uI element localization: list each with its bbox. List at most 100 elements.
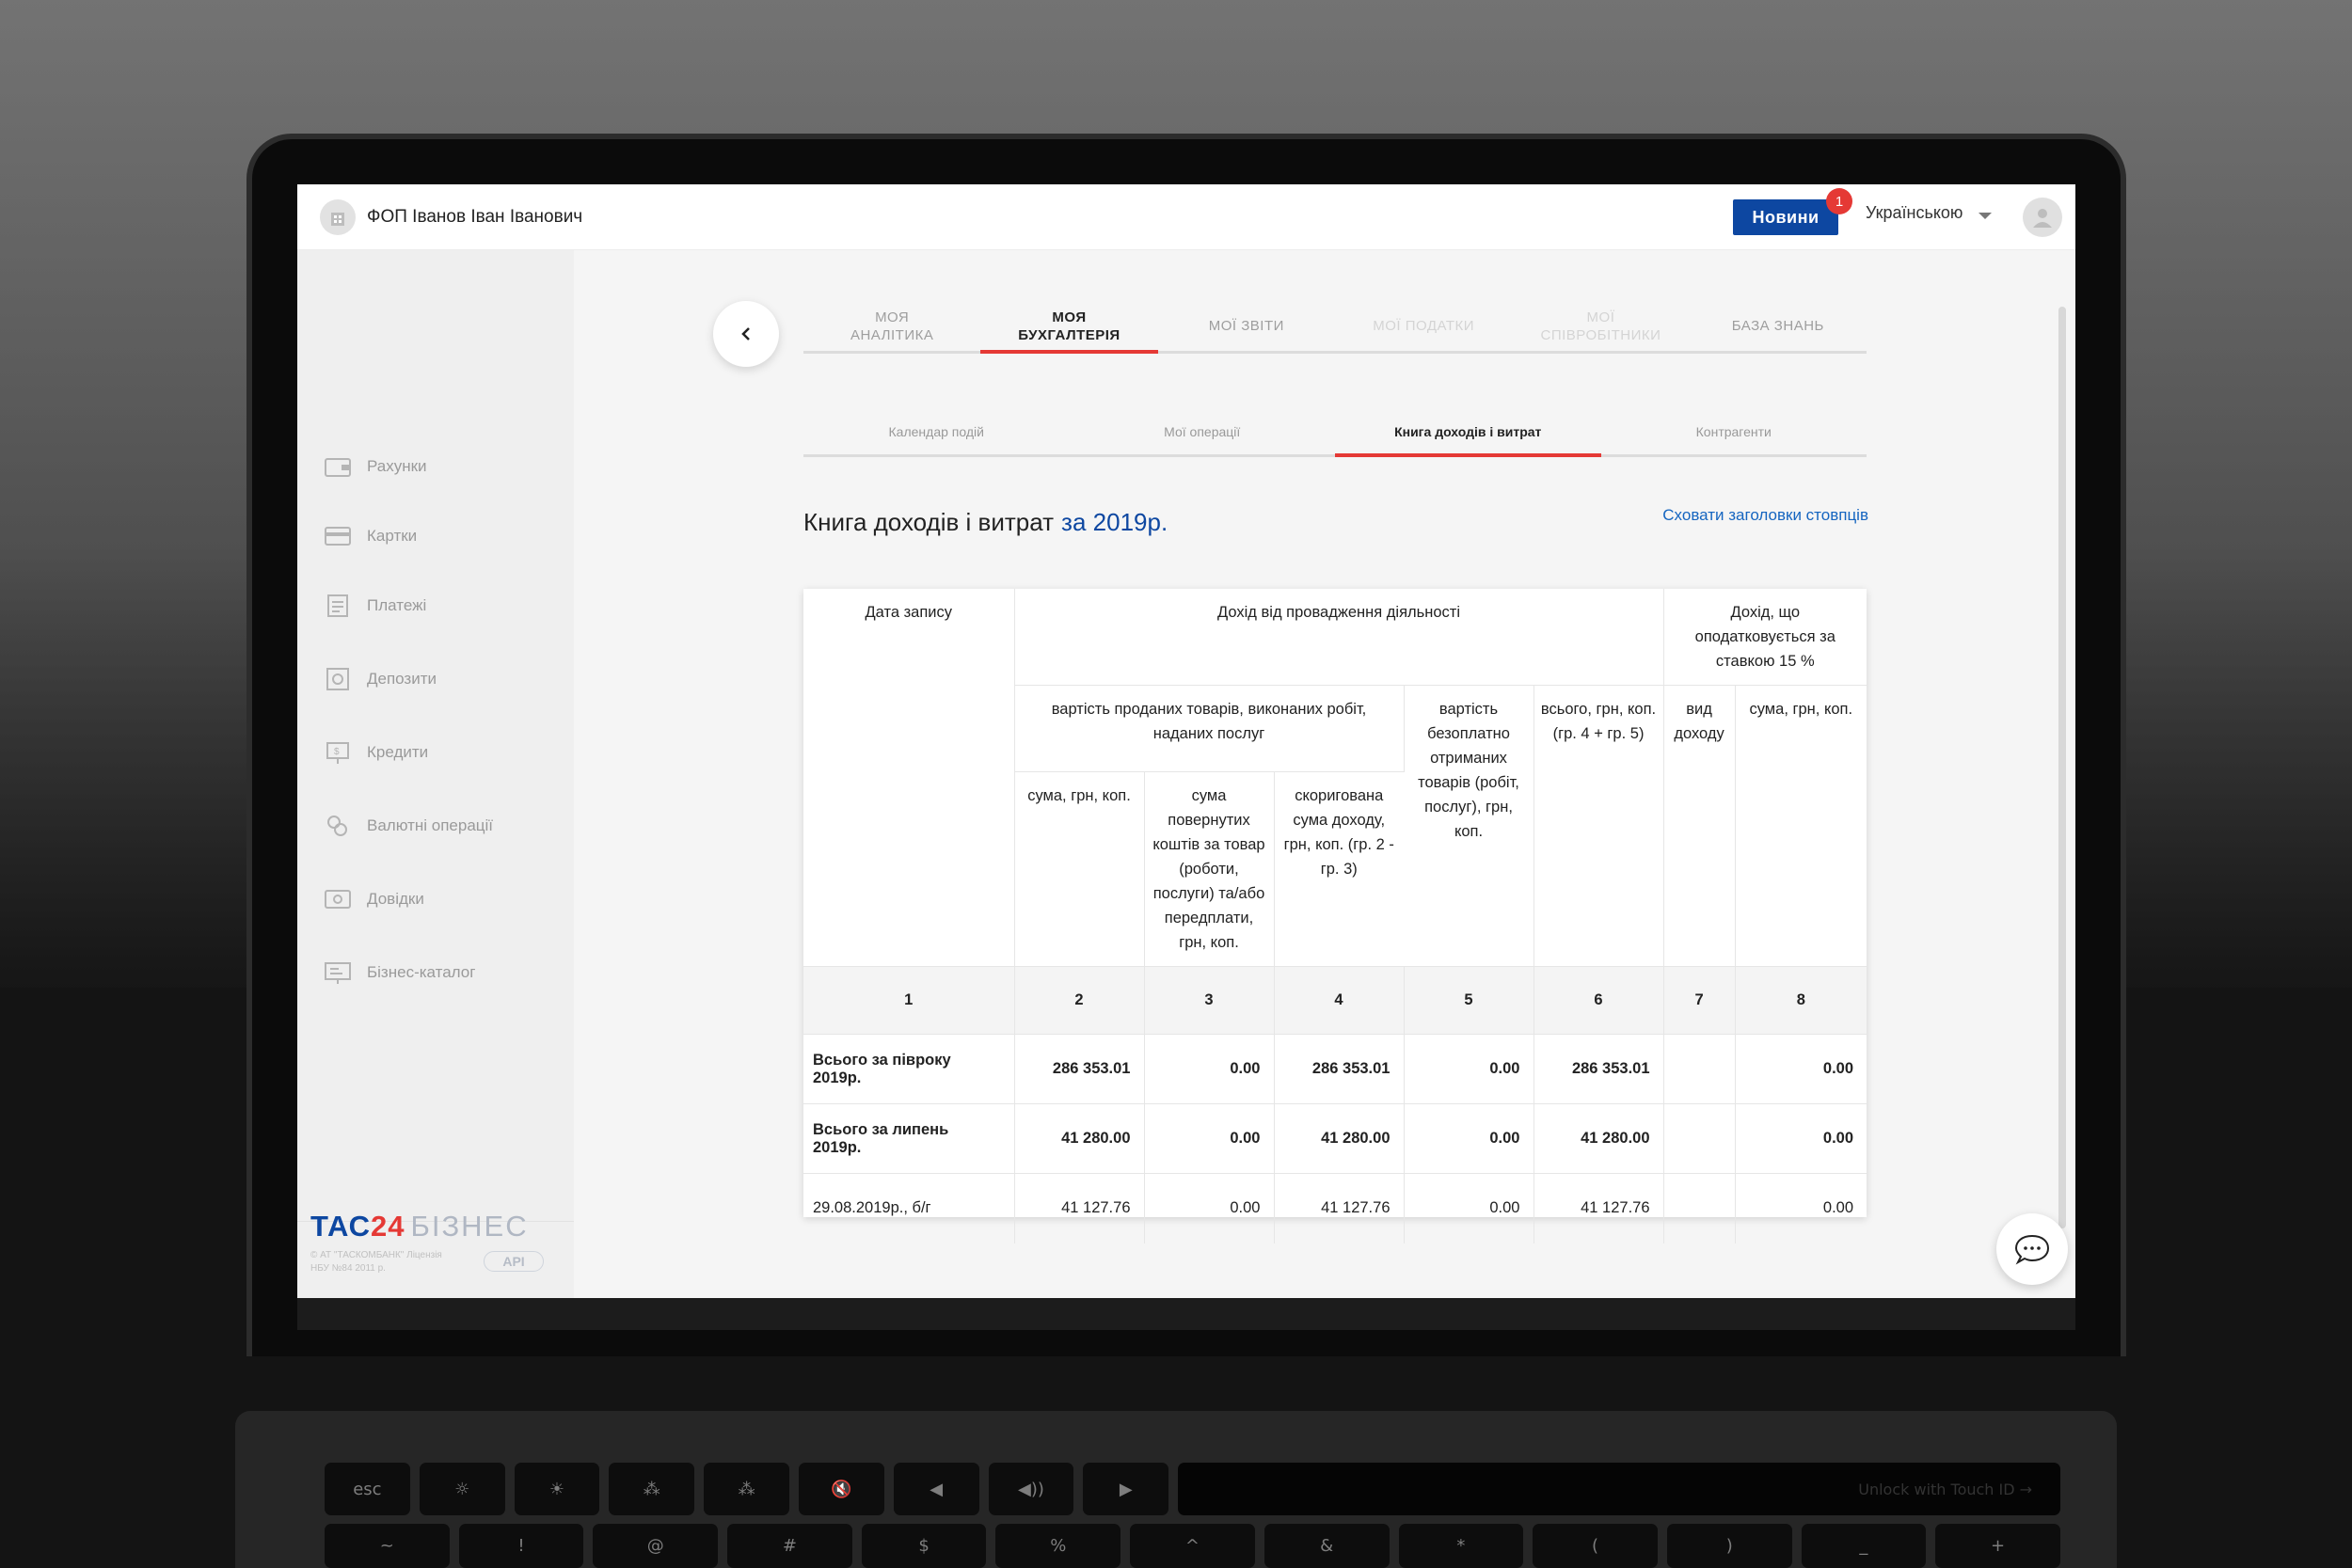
sidebar-item-certificates[interactable]: Довідки (324, 882, 424, 916)
play-key[interactable]: ▶ (1083, 1463, 1169, 1515)
column-number: 2 (1014, 966, 1145, 1035)
touch-id-hint: Unlock with Touch ID → (1178, 1463, 2061, 1515)
table-row[interactable]: Всього за липень 2019р. 41 280.00 0.00 4… (803, 1103, 1867, 1174)
column-number: 4 (1274, 966, 1405, 1035)
cell-value: 41 127.76 (1274, 1173, 1405, 1243)
keyboard-key[interactable]: + (1935, 1524, 2060, 1568)
company-avatar-icon[interactable] (320, 198, 356, 235)
payments-icon (324, 593, 352, 619)
year-selector[interactable]: за 2019р. (1061, 508, 1168, 536)
cell-value: 0.00 (1144, 1034, 1275, 1104)
language-selector[interactable]: Українською (1866, 203, 1963, 223)
table-row[interactable]: Всього за півроку 2019р. 286 353.01 0.00… (803, 1034, 1867, 1104)
keyboard-key[interactable]: ~ (325, 1524, 450, 1568)
column-number: 1 (803, 966, 1015, 1035)
cell-value: 286 353.01 (1534, 1034, 1664, 1104)
header-returned: сума повернутих коштів за товар (роботи,… (1144, 771, 1275, 967)
brightness-up-key[interactable]: ☀ (514, 1463, 600, 1515)
user-avatar-icon[interactable] (2023, 198, 2062, 237)
cell-date: Всього за липень 2019р. (803, 1103, 1015, 1174)
cell-value: 41 280.00 (1534, 1103, 1664, 1174)
cell-value: 41 127.76 (1534, 1173, 1664, 1243)
sidebar-item-payments[interactable]: Платежі (324, 589, 426, 623)
volume-down-key[interactable]: ◀ (893, 1463, 979, 1515)
keyboard-key[interactable]: ) (1666, 1524, 1792, 1568)
tab-label: МОЇ СПІВРОБІТНИКИ (1540, 309, 1661, 343)
company-name[interactable]: ФОП Іванов Іван Іванович (367, 207, 582, 228)
keyboard-key[interactable]: * (1398, 1524, 1524, 1568)
subtab-operations[interactable]: Мої операції (1070, 408, 1336, 454)
api-badge[interactable]: API (484, 1251, 544, 1272)
svg-text:$: $ (334, 747, 340, 757)
number-key-row: ~ ! @ # $ % ^ & * ( ) _ + (325, 1524, 2060, 1568)
cell-value: 0.00 (1404, 1103, 1534, 1174)
tab-analytics[interactable]: МОЯ АНАЛІТИКА (803, 301, 980, 351)
keyboard-key[interactable]: & (1263, 1524, 1390, 1568)
header-total: всього, грн, коп. (гр. 4 + гр. 5) (1534, 685, 1664, 967)
cell-value (1663, 1034, 1736, 1104)
keyboard-key[interactable]: $ (861, 1524, 987, 1568)
screen-bezel-bottom (297, 1298, 2075, 1330)
cell-value (1663, 1103, 1736, 1174)
tab-label: МОЇ ПОДАТКИ (1373, 318, 1475, 334)
keyboard-key[interactable]: % (995, 1524, 1121, 1568)
sidebar-item-catalog[interactable]: Бізнес-каталог (324, 956, 475, 990)
sub-tabs: Календар подій Мої операції Книга доході… (803, 408, 1867, 457)
column-number: 8 (1735, 966, 1867, 1035)
page-scrollbar[interactable] (2058, 307, 2066, 1228)
keyboard-key[interactable]: _ (1801, 1524, 1927, 1568)
main-tabs: МОЯ АНАЛІТИКА МОЯ БУХГАЛТЕРІЯ МОЇ ЗВІТИ … (803, 301, 1867, 354)
mute-key[interactable]: 🔇 (798, 1463, 884, 1515)
brand-logo[interactable]: ТАС24 БІЗНЕС (310, 1210, 529, 1243)
sidebar-item-currency[interactable]: Валютні операції (324, 809, 493, 843)
keyboard-key[interactable]: ^ (1130, 1524, 1255, 1568)
table-row[interactable]: 29.08.2019р., б/г 41 127.76 0.00 41 127.… (803, 1173, 1867, 1243)
tab-label: МОЯ АНАЛІТИКА (850, 309, 934, 343)
chevron-down-icon[interactable] (1979, 213, 1992, 219)
sidebar-item-credits[interactable]: $ Кредити (324, 736, 428, 769)
cell-value: 286 353.01 (1014, 1034, 1145, 1104)
keyboard-light-up-key[interactable]: ⁂ (704, 1463, 789, 1515)
tab-reports[interactable]: МОЇ ЗВІТИ (1158, 301, 1335, 351)
header-income: Дохід від провадження діяльності (1014, 589, 1664, 686)
brightness-down-key[interactable]: ☼ (419, 1463, 505, 1515)
cell-date: Всього за півроку 2019р. (803, 1034, 1015, 1104)
hide-column-headers-link[interactable]: Сховати заголовки стовпців (1643, 506, 1868, 525)
subtab-calendar[interactable]: Календар подій (803, 408, 1070, 454)
tab-knowledge-base[interactable]: БАЗА ЗНАНЬ (1690, 301, 1867, 351)
touch-bar-row: esc ☼ ☀ ⁂ ⁂ 🔇 ◀ ◀)) ▶ Unlock with Touch … (325, 1463, 2061, 1515)
certificate-icon (324, 886, 352, 912)
card-icon (324, 523, 352, 549)
keyboard-light-down-key[interactable]: ⁂ (609, 1463, 695, 1515)
chat-button[interactable] (1996, 1213, 2068, 1285)
column-number: 5 (1404, 966, 1534, 1035)
income-book-table: Дата запису Дохід від провадження діяльн… (803, 589, 1867, 1243)
header-adjusted: скоригована сума доходу, грн, коп. (гр. … (1274, 771, 1404, 967)
tab-accounting[interactable]: МОЯ БУХГАЛТЕРІЯ (980, 301, 1158, 354)
sidebar-item-accounts[interactable]: Рахунки (324, 450, 427, 483)
keyboard-key[interactable]: @ (593, 1524, 719, 1568)
keyboard-key[interactable]: ( (1533, 1524, 1658, 1568)
back-button[interactable] (713, 301, 779, 367)
keyboard-key[interactable]: # (727, 1524, 852, 1568)
keyboard-key[interactable]: ! (458, 1524, 584, 1568)
cell-value: 41 280.00 (1274, 1103, 1405, 1174)
sidebar-item-deposits[interactable]: Депозити (324, 662, 437, 696)
header-sum: сума, грн, коп. (1014, 771, 1145, 967)
cell-value: 0.00 (1144, 1103, 1275, 1174)
sidebar-item-label: Рахунки (367, 457, 427, 475)
sidebar-item-cards[interactable]: Картки (324, 519, 417, 553)
cell-value: 0.00 (1822, 1199, 1854, 1217)
tab-label: БАЗА ЗНАНЬ (1731, 318, 1824, 334)
subtab-counterparties[interactable]: Контрагенти (1601, 408, 1867, 454)
esc-key[interactable]: esc (325, 1463, 410, 1515)
sidebar-item-label: Бізнес-каталог (367, 963, 476, 981)
sidebar-item-label: Кредити (367, 743, 429, 761)
subtab-income-book[interactable]: Книга доходів і витрат (1335, 408, 1601, 457)
sidebar-item-label: Валютні операції (367, 816, 494, 834)
news-button[interactable]: Новини (1733, 199, 1838, 235)
cell-value: 0.00 (1144, 1173, 1275, 1243)
sidebar: Рахунки Картки Платежі Депозити $ Кредит… (297, 250, 574, 1298)
volume-up-key[interactable]: ◀)) (988, 1463, 1074, 1515)
wallet-icon (324, 453, 352, 480)
